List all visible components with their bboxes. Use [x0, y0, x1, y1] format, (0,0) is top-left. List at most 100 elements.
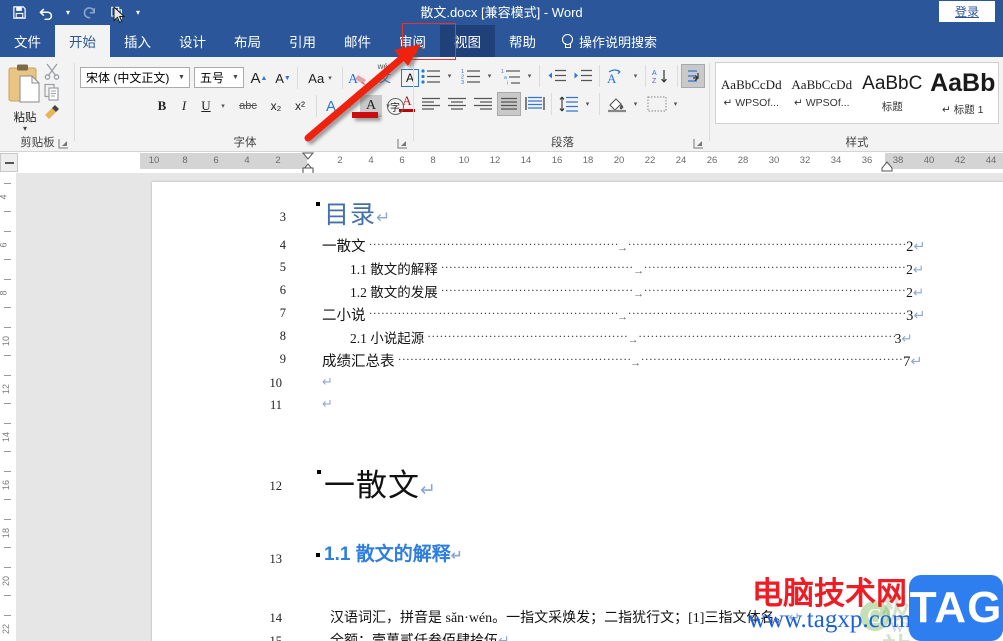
superscript-icon[interactable]: x²: [288, 95, 312, 117]
style-item[interactable]: AaBbCcDd ↵ WPSOf...: [787, 63, 858, 123]
italic-icon[interactable]: I: [174, 95, 194, 117]
font-color-dropdown-icon[interactable]: ▾: [343, 95, 357, 117]
document-title: 散文.docx [兼容模式] - Word: [420, 5, 583, 20]
style-item[interactable]: AaBbC 标题: [857, 63, 928, 123]
tab-layout[interactable]: 布局: [220, 25, 275, 57]
bullet-list-icon[interactable]: [419, 65, 443, 87]
strikethrough-icon[interactable]: abc: [234, 95, 262, 117]
style-preview: AaBbCcDd: [791, 77, 853, 92]
borders-icon[interactable]: [645, 93, 669, 115]
document-workspace[interactable]: 3 目录↵ 4 一散文 ............................…: [16, 173, 1003, 641]
chevron-down-icon[interactable]: ▼: [228, 74, 243, 81]
line-number: 7: [279, 306, 286, 320]
paste-icon[interactable]: [6, 63, 46, 109]
format-painter-icon[interactable]: [43, 103, 63, 123]
chevron-down-icon[interactable]: ▼: [174, 74, 189, 81]
toc-entry[interactable]: 二小说 ....................................…: [322, 303, 952, 325]
shading-dropdown-icon[interactable]: ▾: [629, 93, 642, 115]
style-item[interactable]: AaBbCcDd ↵ WPSOf...: [716, 63, 787, 123]
font-size-combobox[interactable]: 五号 ▼: [194, 67, 244, 88]
multilevel-list-dropdown-icon[interactable]: ▾: [523, 65, 536, 87]
tab-references[interactable]: 引用: [275, 25, 330, 57]
font-dialog-launcher[interactable]: [397, 138, 408, 149]
enclose-character-icon[interactable]: 字: [384, 95, 406, 117]
align-right-icon[interactable]: [471, 93, 495, 115]
styles-group-label: 样式: [845, 137, 869, 149]
change-case-icon[interactable]: Aa ▾: [302, 67, 338, 89]
ruler-tick: 8: [430, 155, 436, 166]
line-number: 5: [279, 260, 286, 274]
svg-text:Z: Z: [652, 78, 657, 85]
borders-dropdown-icon[interactable]: ▾: [669, 93, 682, 115]
body-paragraph[interactable]: 全额：壹萬贰仟叁佰肆拾伍↵: [330, 630, 510, 641]
clear-formatting-icon[interactable]: A: [346, 67, 372, 89]
divider: [316, 95, 317, 117]
numbered-list-dropdown-icon[interactable]: ▾: [483, 65, 496, 87]
toc-entry[interactable]: 成绩汇总表 ..................................…: [322, 349, 952, 371]
underline-icon[interactable]: U: [196, 95, 216, 117]
style-item[interactable]: AaBb ↵ 标题 1: [928, 63, 999, 123]
vruler-tick: 4: [0, 194, 9, 199]
style-name: ↵ WPSOf...: [794, 97, 850, 109]
line-spacing-icon[interactable]: [557, 93, 581, 115]
decrease-indent-icon[interactable]: [545, 65, 569, 87]
distribute-icon[interactable]: [523, 93, 547, 115]
bullet-list-dropdown-icon[interactable]: ▾: [443, 65, 456, 87]
align-left-icon[interactable]: [419, 93, 443, 115]
underline-dropdown-icon[interactable]: ▾: [216, 95, 230, 117]
cut-icon[interactable]: [43, 62, 63, 82]
phonetic-guide-icon[interactable]: wén 文: [372, 62, 398, 85]
tab-mailings[interactable]: 邮件: [330, 25, 385, 57]
align-justify-icon[interactable]: [497, 92, 521, 116]
horizontal-ruler[interactable]: 10 8 6 4 2 2 4 6 8 10 12 14 16 18 20 22 …: [140, 152, 1003, 176]
tab-help[interactable]: 帮助: [495, 25, 550, 57]
increase-indent-icon[interactable]: [571, 65, 595, 87]
line-number: 9: [279, 352, 286, 366]
tab-home[interactable]: 开始: [55, 25, 110, 57]
vruler-tick: 10: [1, 335, 12, 347]
tab-insert[interactable]: 插入: [110, 25, 165, 57]
line-number: 11: [269, 398, 282, 412]
align-center-icon[interactable]: [445, 93, 469, 115]
chinese-layout-icon[interactable]: A: [603, 65, 629, 87]
document-page[interactable]: 3 目录↵ 4 一散文 ............................…: [152, 182, 1003, 641]
shrink-font-icon[interactable]: A ▼: [272, 67, 294, 89]
pilcrow-mark: ↵: [450, 549, 463, 564]
clipboard-dialog-launcher[interactable]: [58, 138, 69, 149]
login-button[interactable]: 登录: [939, 1, 995, 22]
tab-stop-selector-button[interactable]: [0, 153, 18, 172]
chinese-layout-dropdown-icon[interactable]: ▾: [629, 65, 642, 87]
grow-font-icon[interactable]: A ▲: [248, 67, 270, 89]
tab-file[interactable]: 文件: [0, 25, 55, 57]
right-indent-marker[interactable]: [880, 161, 894, 172]
character-shading-icon[interactable]: A: [360, 95, 382, 117]
toc-entry[interactable]: 1.2 散文的发展 ..............................…: [350, 280, 952, 301]
body-paragraph[interactable]: 汉语词汇，拼音是 sǎn·wén。一指文采焕发；二指犹行文；[1]三指文体名。↵: [330, 607, 800, 627]
text-effects-icon[interactable]: A: [320, 95, 342, 117]
toc-entry[interactable]: 1.1 散文的解释 ..............................…: [350, 257, 952, 278]
multilevel-list-icon[interactable]: 1ai: [499, 65, 523, 87]
show-paragraph-marks-icon[interactable]: [681, 64, 705, 88]
shading-icon[interactable]: [605, 93, 629, 115]
bold-icon[interactable]: B: [152, 95, 172, 117]
paragraph-dialog-launcher[interactable]: [693, 138, 704, 149]
tab-design[interactable]: 设计: [165, 25, 220, 57]
tab-review[interactable]: 审阅: [385, 25, 440, 57]
tell-me-search[interactable]: 操作说明搜索: [550, 25, 657, 57]
toc-entry[interactable]: 一散文 ....................................…: [322, 234, 952, 256]
toc-page-number: 2: [906, 285, 913, 300]
subscript-icon[interactable]: x₂: [264, 95, 288, 117]
font-name-combobox[interactable]: 宋体 (中文正文) ▼: [80, 67, 190, 88]
line-spacing-dropdown-icon[interactable]: ▾: [581, 93, 594, 115]
vertical-ruler[interactable]: 4 6 8 10 12 14 16 18 20 22: [0, 173, 16, 641]
paste-dropdown-icon[interactable]: ▾: [0, 124, 50, 133]
sort-icon[interactable]: AZ: [649, 65, 673, 87]
tab-view[interactable]: 视图: [440, 25, 495, 57]
line-number: 6: [279, 283, 286, 297]
line-number: 3: [279, 210, 286, 224]
numbered-list-icon[interactable]: 123: [459, 65, 483, 87]
ribbon-group-clipboard: 粘贴 ▾ 剪贴板: [0, 57, 75, 152]
toc-entry[interactable]: 2.1 小说起源 ...............................…: [350, 326, 952, 347]
copy-icon[interactable]: [43, 83, 63, 103]
style-preview: AaBb: [930, 69, 996, 97]
